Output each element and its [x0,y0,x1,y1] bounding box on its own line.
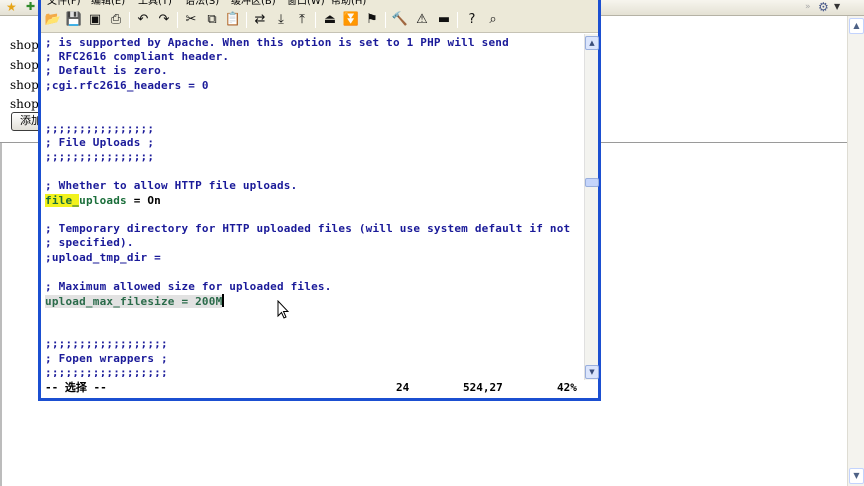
scrollbar-thumb[interactable] [585,178,599,187]
code-line-file-uploads: file_uploads = On [45,194,161,208]
code-line-upload-max: upload_max_filesize = 200M [45,294,225,308]
add-favorite-icon[interactable]: ✚ [26,0,35,14]
code-line: ;upload_tmp_dir = [45,251,161,264]
selection-count: 24 [396,381,410,394]
code-line: ; Maximum allowed size for uploaded file… [45,280,332,293]
frame-border [0,143,2,486]
help-icon[interactable]: ? [463,11,481,29]
code-line: ;;;;;;;;;;;;;;;; [45,150,155,163]
open-icon[interactable]: 📂 [44,11,62,29]
save-session-icon[interactable]: ⏬ [342,11,360,29]
scroll-down-icon[interactable]: ▼ [849,468,864,484]
shop-text-2: shopp [10,58,40,72]
menu-syntax[interactable]: 语法(S) [185,0,219,8]
find-prev-icon[interactable]: ⤒ [293,11,311,29]
load-session-icon[interactable]: ⏏ [321,11,339,29]
code-line: ;;;;;;;;;;;;;;;; [45,122,155,135]
make-icon[interactable]: 🔨 [391,11,409,29]
search-match: file_ [45,194,80,207]
code-line: ;;;;;;;;;;;;;;;;;; [45,337,168,350]
cut-icon[interactable]: ✂ [182,11,200,29]
find-next-icon[interactable]: ⤓ [272,11,290,29]
undo-icon[interactable]: ↶ [134,11,152,29]
paste-icon[interactable]: 📋 [224,11,242,29]
vim-statusline: -- 选择 -- 24 524,27 42% [41,380,598,398]
code-line: ;cgi.rfc2616_headers = 0 [45,79,209,92]
copy-icon[interactable]: ⧉ [203,11,221,29]
scroll-down-icon[interactable]: ▼ [585,365,599,379]
menu-help[interactable]: 帮助(H) [331,0,366,8]
code-line: ;;;;;;;;;;;;;;;;;; [45,366,168,377]
vim-scrollbar[interactable]: ▲ ▼ [584,34,599,380]
scroll-up-icon[interactable]: ▲ [849,18,864,34]
chevron-down-icon[interactable]: ▼ [834,1,840,13]
find-help-icon[interactable]: ⌕ [484,11,502,29]
replace-icon[interactable]: ⇄ [251,11,269,29]
cursor-position: 524,27 [463,381,503,394]
menu-tools[interactable]: 工具(T) [138,0,172,8]
shell-icon[interactable]: ⚠ [413,11,431,29]
save-all-icon[interactable]: ▣ [86,11,104,29]
menu-file[interactable]: 文件(F) [47,0,81,8]
save-icon[interactable]: 💾 [65,11,83,29]
vim-menubar: 文件(F) 编辑(E) 工具(T) 语法(S) 缓冲区(B) 窗口(W) 帮助(… [41,0,598,9]
menu-edit[interactable]: 编辑(E) [91,0,125,8]
code-line: ; File Uploads ; [45,136,155,149]
run-script-icon[interactable]: ⚑ [363,11,381,29]
vim-text-buffer[interactable]: ; is supported by Apache. When this opti… [41,34,584,377]
chevron-right-icon[interactable]: » [805,1,811,13]
code-line: ; RFC2616 compliant header. [45,50,230,63]
menu-window[interactable]: 窗口(W) [287,0,325,8]
mode-indicator: -- 选择 -- [45,381,107,394]
page-scrollbar[interactable]: ▲ ▼ [847,16,864,486]
scroll-percent: 42% [557,381,577,394]
code-line: ; Fopen wrappers ; [45,352,168,365]
code-line: ; specified). [45,236,134,249]
value: = On [126,194,162,207]
ctags-icon[interactable]: ▬ [435,11,453,29]
page-tools-icon[interactable]: ⚙ [818,0,829,14]
redo-icon[interactable]: ↷ [155,11,173,29]
print-icon[interactable]: ⎙ [107,11,125,29]
shop-text-1: shopp [10,38,40,52]
keyword: uploads [79,194,127,207]
code-line: ; Default is zero. [45,64,168,77]
text-cursor [222,294,225,307]
vim-toolbar: 📂 💾 ▣ ⎙ ↶ ↷ ✂ ⧉ 📋 ⇄ ⤓ ⤒ ⏏ ⏬ ⚑ 🔨 ⚠ ▬ ? ⌕ [41,9,598,33]
code-line: ; Whether to allow HTTP file uploads. [45,179,298,192]
code-line: ; is supported by Apache. When this opti… [45,36,509,49]
scroll-up-icon[interactable]: ▲ [585,36,599,50]
code-line: ; Temporary directory for HTTP uploaded … [45,222,571,235]
gvim-window[interactable]: 文件(F) 编辑(E) 工具(T) 语法(S) 缓冲区(B) 窗口(W) 帮助(… [38,0,601,401]
menu-buffers[interactable]: 缓冲区(B) [231,0,276,8]
favorites-star-icon[interactable]: ★ [6,0,17,14]
background-page-content: shopp shopp shopp shopp [0,16,40,486]
shop-text-3: shopp [10,78,40,92]
visual-selection: upload_max_filesize = 200M [45,295,223,308]
shop-text-4: shopp [10,97,40,111]
mouse-pointer-icon [277,300,289,319]
